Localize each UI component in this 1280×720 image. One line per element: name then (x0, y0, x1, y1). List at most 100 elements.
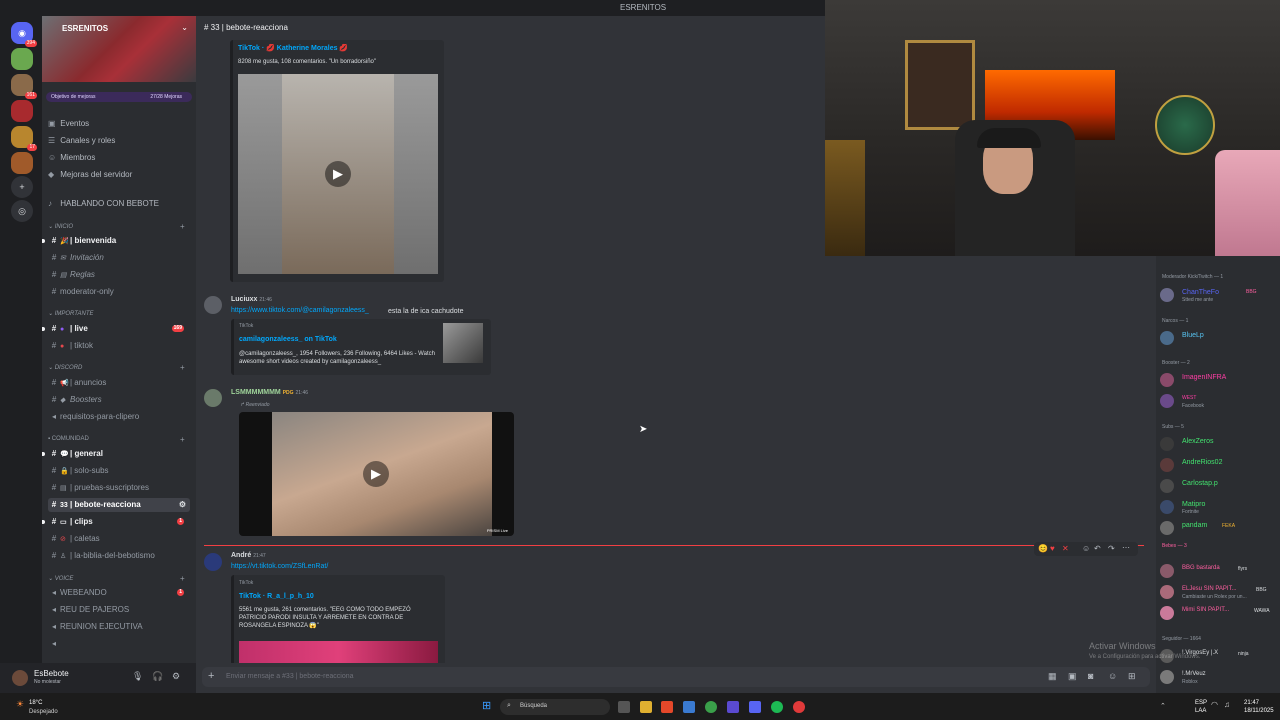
member-item[interactable]: Carlostap.p (1160, 478, 1278, 494)
brave-icon[interactable] (661, 701, 673, 713)
channel-tiktok[interactable]: # ● | tiktok (48, 339, 190, 353)
teams-icon[interactable] (727, 701, 739, 713)
server-icon-2[interactable]: 161 (11, 74, 37, 99)
clock-time[interactable]: 21:47 (1244, 700, 1259, 706)
category-discord[interactable]: ⌄ DISCORD + (48, 363, 185, 372)
reaction-icon[interactable]: 😊 (1038, 544, 1048, 553)
play-icon[interactable]: ▶ (363, 461, 389, 487)
member-item[interactable]: AndreRios02 (1160, 457, 1278, 473)
member-item[interactable]: ImagenINFRA (1160, 372, 1278, 388)
channel-reunion[interactable]: ◂ REUNION EJECUTIVA (48, 620, 190, 634)
channel-hablando[interactable]: ♪ HABLANDO CON BEBOTE (48, 199, 159, 208)
channel-clips[interactable]: # ▭ | clips 1 (42, 515, 190, 529)
avatar[interactable] (204, 389, 222, 407)
sticker-icon[interactable]: ◙ (1088, 671, 1093, 681)
file-explorer-icon[interactable] (640, 701, 652, 713)
channel-biblia[interactable]: # ♙ | la-biblia-del-bebotismo (48, 549, 190, 563)
reply-icon[interactable]: ↶ (1094, 544, 1101, 553)
member-item[interactable]: BBG bastarda flyrs (1160, 563, 1278, 579)
wifi-icon[interactable]: ◠ (1211, 700, 1218, 709)
member-item[interactable]: ChanTheFo BBG Stted me ante (1160, 287, 1278, 303)
windows-start-icon[interactable]: ⊞ (482, 699, 491, 712)
avatar[interactable] (204, 296, 222, 314)
x-icon[interactable]: ✕ (1062, 544, 1069, 553)
channel-anuncios[interactable]: # 📢| anuncios (48, 376, 190, 390)
video-thumbnail[interactable]: ▶ (238, 74, 438, 274)
gift-icon[interactable]: ▦ (1048, 671, 1057, 682)
member-item[interactable]: AlexZeros (1160, 436, 1278, 452)
channel-bebote-reacciona[interactable]: #33 | bebote-reacciona ⚙ (48, 498, 190, 512)
add-channel-icon[interactable]: + (180, 222, 185, 231)
member-item[interactable]: ELJesu SIN PAPIT... BBG Cambiaste un Rolex… (1160, 584, 1278, 600)
boost-progress[interactable]: Objetivo de mejoras 27/28 Mejoras (46, 92, 192, 102)
category-voice[interactable]: ⌄ VOICE + (48, 574, 185, 583)
gear-icon[interactable]: ⚙ (172, 671, 180, 682)
add-attachment-icon[interactable]: + (208, 670, 214, 682)
add-channel-icon[interactable]: + (180, 435, 185, 444)
message-author[interactable]: Luciuxx 21:46 (231, 296, 272, 303)
app-icon[interactable] (683, 701, 695, 713)
add-reaction-icon[interactable]: ☺ (1082, 544, 1090, 553)
add-channel-icon[interactable]: + (180, 574, 185, 583)
server-banner[interactable]: ESRENITOS ⌄ (42, 16, 196, 82)
headphones-icon[interactable]: 🎧 (152, 671, 163, 682)
add-server-icon[interactable]: + (11, 176, 33, 198)
embed-title[interactable]: camilagonzaleess_ on TikTok (239, 336, 337, 343)
spotify-icon[interactable] (771, 701, 783, 713)
volume-icon[interactable]: ♫ (1224, 700, 1230, 709)
channel-extra[interactable]: ◂ (48, 637, 190, 651)
channel-boosters[interactable]: # ◆ Boosters (48, 393, 190, 407)
search-box[interactable]: ⌕ Búsqueda (500, 699, 610, 715)
channel-moderator[interactable]: # moderator-only (48, 285, 190, 299)
member-item[interactable]: Mimi SIN PAPIT... WAWA (1160, 605, 1278, 621)
member-item[interactable]: WEST Facebook (1160, 393, 1278, 409)
channel-live[interactable]: # ● | live 169 (42, 322, 190, 336)
user-name[interactable]: EsBebote (34, 669, 69, 678)
more-icon[interactable]: ⋯ (1122, 543, 1130, 552)
chevron-down-icon[interactable]: ⌄ (181, 23, 188, 32)
gif-icon[interactable]: ▣ (1068, 671, 1077, 682)
message-link[interactable]: https://vt.tiktok.com/ZSfLenRat/ (231, 563, 328, 570)
discord-icon[interactable] (749, 701, 761, 713)
weather-icon[interactable]: ☀ (16, 699, 24, 710)
server-icon-1[interactable] (11, 48, 33, 70)
channel-reglas[interactable]: # ▤ Reglas (48, 268, 190, 282)
member-item[interactable]: pandam FEKA (1160, 520, 1278, 536)
server-icon-4[interactable] (11, 152, 33, 174)
channel-pruebas[interactable]: # ▤ | pruebas-suscriptores (48, 481, 190, 495)
avatar[interactable] (12, 670, 28, 686)
forward-icon[interactable]: ↷ (1108, 544, 1115, 553)
embed-title[interactable]: TikTok · 💋 Katherine Morales 💋 (238, 44, 348, 52)
channel-webeando[interactable]: ◂ WEBEANDO 1 (48, 586, 190, 600)
category-comunidad[interactable]: ▪ COMUNIDAD + (48, 435, 185, 444)
clock-date[interactable]: 18/11/2025 (1244, 708, 1274, 714)
embed-title[interactable]: TikTok · R_a_l_p_h_10 (239, 593, 314, 600)
channel-caletas[interactable]: # ⊘ | caletas (48, 532, 190, 546)
channel-requisitos[interactable]: ◂ requisitos-para-clipero (48, 410, 190, 424)
nav-miembros[interactable]: ☺ Miembros (48, 153, 95, 162)
channel-bienvenida[interactable]: # 🎉| bienvenida (42, 234, 190, 248)
apps-icon[interactable]: ⊞ (1128, 671, 1136, 682)
add-channel-icon[interactable]: + (180, 363, 185, 372)
explore-icon[interactable]: ◎ (11, 200, 33, 222)
nav-eventos[interactable]: ▣ Eventos (48, 119, 89, 128)
video-attachment[interactable]: ▶ PRISM Live (239, 412, 514, 536)
tray-chevron-icon[interactable]: ⌃ (1160, 702, 1166, 710)
server-icon-3[interactable]: 17 (11, 126, 37, 151)
message-link[interactable]: https://www.tiktok.com/@camilagonzaleess… (231, 307, 369, 314)
language[interactable]: ESP (1195, 700, 1207, 706)
embed-thumbnail[interactable] (239, 641, 438, 663)
member-item[interactable]: BlueLp (1160, 330, 1278, 346)
nav-mejoras[interactable]: ◆ Mejoras del servidor (48, 170, 132, 179)
nav-canales[interactable]: ☰ Canales y roles (48, 136, 115, 145)
avatar[interactable] (204, 553, 222, 571)
channel-reu[interactable]: ◂ REU DE PAJEROS (48, 603, 190, 617)
mic-icon[interactable]: 🎙 (132, 671, 143, 682)
channel-invitacion[interactable]: # ✉ Invitación (48, 251, 190, 265)
server-icon-esrenitos[interactable] (11, 100, 33, 122)
message-author[interactable]: LSMMMMMMM PDG 21:46 (231, 389, 308, 396)
play-icon[interactable]: ▶ (325, 161, 351, 187)
chrome-icon[interactable] (705, 701, 717, 713)
heart-icon[interactable]: ♥ (1050, 544, 1055, 553)
channel-general[interactable]: # 💬| general (42, 447, 190, 461)
